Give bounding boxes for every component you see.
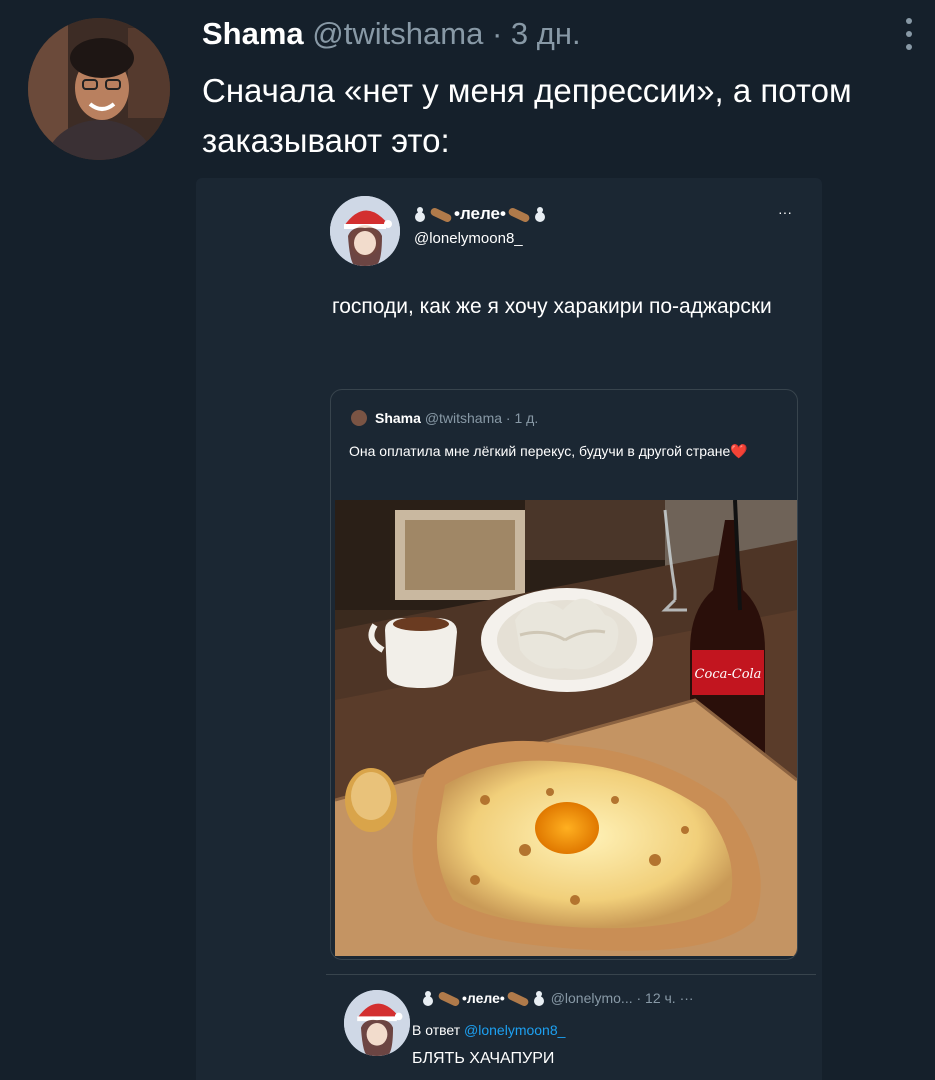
author-handle[interactable]: @twitshama — [312, 16, 483, 51]
quoted-avatar — [351, 410, 367, 426]
snowman-icon — [420, 991, 436, 1007]
sausage-icon — [506, 991, 530, 1008]
embedded-screenshot: •леле• @lonelymoon8_ ··· господи, как же… — [196, 178, 822, 1080]
reply-avatar — [344, 990, 410, 1056]
quoted-author-name[interactable]: Shama — [375, 410, 421, 426]
more-horizontal-icon[interactable]: ··· — [680, 990, 694, 1006]
sausage-icon — [429, 206, 453, 223]
quoted-handle-time[interactable]: @twitshama · 1 д. — [425, 410, 538, 426]
reply-text: БЛЯТЬ ХАЧАПУРИ — [412, 1050, 555, 1067]
avatar-photo — [28, 18, 170, 160]
sausage-icon — [507, 206, 531, 223]
tweet-header: Shama @twitshama · 3 дн. — [202, 14, 581, 54]
heart-icon: ❤️ — [730, 443, 748, 459]
reply-divider — [326, 974, 816, 975]
embedded-post-header: •леле• — [412, 204, 548, 224]
author-avatar[interactable] — [28, 18, 170, 160]
embedded-handle[interactable]: @lonelymoon8_ — [414, 230, 523, 247]
reply-display-name[interactable]: •леле• — [462, 990, 505, 1006]
sausage-icon — [437, 991, 461, 1008]
food-photo[interactable]: Coca-Cola — [335, 500, 797, 956]
tweet-time[interactable]: 3 дн. — [511, 16, 581, 51]
reply-to-prefix: В ответ — [412, 1022, 461, 1038]
reply-to-handle[interactable]: @lonelymoon8_ — [464, 1022, 565, 1038]
more-horizontal-icon[interactable]: ··· — [778, 204, 792, 220]
reply-handle-time[interactable]: @lonelymo... · 12 ч. — [551, 990, 676, 1006]
author-name[interactable]: Shama — [202, 16, 304, 51]
tweet-text: Сначала «нет у меня депрессии», а потом … — [202, 72, 852, 159]
embedded-avatar — [330, 196, 400, 266]
reply-to-line: В ответ @lonelymoon8_ — [412, 1022, 565, 1038]
more-vertical-icon[interactable] — [899, 14, 919, 54]
quoted-text: Она оплатила мне лёгкий перекус, будучи … — [349, 443, 731, 459]
snowman-icon — [531, 991, 547, 1007]
snowman-icon — [532, 206, 548, 223]
quoted-tweet-card[interactable]: Shama @twitshama · 1 д. Она оплатила мне… — [330, 389, 798, 960]
embedded-display-name[interactable]: •леле• — [454, 204, 506, 223]
reply-header: •леле• @lonelymo... · 12 ч. ··· — [420, 990, 694, 1008]
separator-dot: · — [491, 16, 503, 51]
embedded-post-text: господи, как же я хочу харакири по-аджар… — [332, 295, 772, 318]
quoted-text-block: Она оплатила мне лёгкий перекус, будучи … — [349, 440, 779, 462]
snowman-icon — [412, 206, 428, 223]
cola-label: Coca-Cola — [695, 667, 762, 682]
